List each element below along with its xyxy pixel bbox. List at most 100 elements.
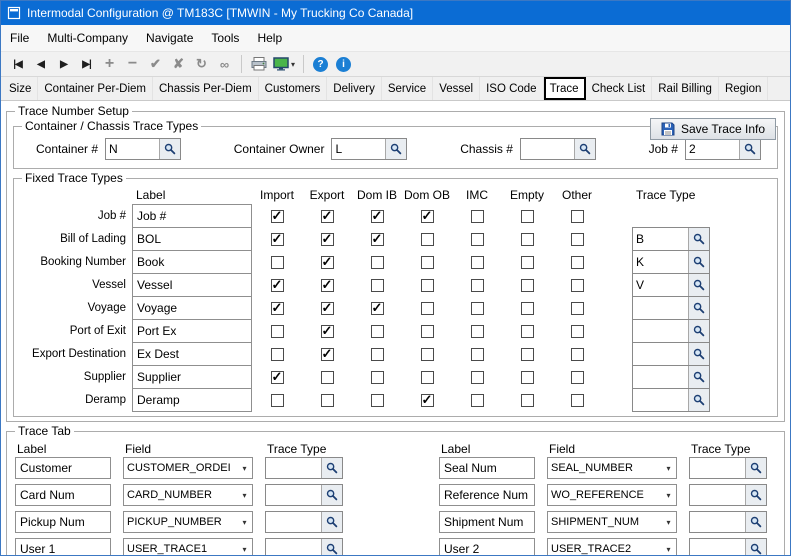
dom-ib-checkbox[interactable] — [371, 325, 384, 338]
empty-checkbox[interactable] — [521, 371, 534, 384]
trace-type-input[interactable] — [633, 389, 688, 411]
field-dropdown[interactable]: USER_TRACE2 ▾ — [547, 538, 677, 556]
label-input[interactable] — [15, 484, 111, 506]
imc-checkbox[interactable] — [471, 302, 484, 315]
export-checkbox[interactable] — [321, 279, 334, 292]
empty-checkbox[interactable] — [521, 279, 534, 292]
trace-type-input[interactable] — [633, 343, 688, 365]
lookup-button[interactable] — [688, 366, 709, 388]
trace-type-input[interactable] — [266, 512, 321, 532]
tab[interactable]: Check List — [586, 77, 653, 100]
imc-checkbox[interactable] — [471, 210, 484, 223]
other-checkbox[interactable] — [571, 348, 584, 361]
imc-checkbox[interactable] — [471, 325, 484, 338]
menu-item[interactable]: Tools — [202, 25, 248, 51]
lookup-button[interactable] — [688, 274, 709, 296]
trace-type-input[interactable] — [690, 458, 745, 478]
menu-item[interactable]: Help — [248, 25, 291, 51]
lookup-button[interactable] — [321, 485, 342, 505]
trace-type-input[interactable] — [633, 228, 688, 250]
trace-type-input[interactable] — [266, 539, 321, 556]
lookup-button[interactable] — [321, 458, 342, 478]
lookup-button[interactable] — [688, 320, 709, 342]
other-checkbox[interactable] — [571, 302, 584, 315]
empty-checkbox[interactable] — [521, 256, 534, 269]
trace-type-input[interactable] — [633, 366, 688, 388]
info-icon[interactable]: i — [333, 53, 354, 75]
import-checkbox[interactable] — [271, 210, 284, 223]
export-checkbox[interactable] — [321, 394, 334, 407]
export-checkbox[interactable] — [321, 371, 334, 384]
empty-checkbox[interactable] — [521, 210, 534, 223]
trace-type-input[interactable] — [633, 274, 688, 296]
label-input[interactable] — [15, 538, 111, 556]
imc-checkbox[interactable] — [471, 394, 484, 407]
import-checkbox[interactable] — [271, 348, 284, 361]
trace-type-input[interactable] — [690, 485, 745, 505]
label-input[interactable] — [132, 273, 252, 297]
empty-checkbox[interactable] — [521, 394, 534, 407]
tab[interactable]: Size — [3, 77, 38, 100]
field-dropdown[interactable]: WO_REFERENCE ▾ — [547, 484, 677, 506]
lookup-button[interactable] — [739, 139, 760, 159]
trace-type-input[interactable] — [690, 539, 745, 556]
imc-checkbox[interactable] — [471, 371, 484, 384]
other-checkbox[interactable] — [571, 325, 584, 338]
imc-checkbox[interactable] — [471, 256, 484, 269]
tab[interactable]: Delivery — [327, 77, 382, 100]
tab[interactable]: Vessel — [433, 77, 480, 100]
menu-item[interactable]: Multi-Company — [38, 25, 137, 51]
field-input[interactable] — [332, 139, 385, 159]
add-record-icon[interactable]: + — [99, 53, 120, 75]
imc-checkbox[interactable] — [471, 348, 484, 361]
dom-ib-checkbox[interactable] — [371, 256, 384, 269]
tab[interactable]: Customers — [259, 77, 328, 100]
field-dropdown[interactable]: PICKUP_NUMBER ▾ — [123, 511, 253, 533]
help-icon[interactable]: ? — [310, 53, 331, 75]
dom-ob-checkbox[interactable] — [421, 279, 434, 292]
trace-type-input[interactable] — [266, 458, 321, 478]
first-record-icon[interactable]: |◀ — [7, 53, 28, 75]
last-record-icon[interactable]: ▶| — [76, 53, 97, 75]
dom-ob-checkbox[interactable] — [421, 302, 434, 315]
dom-ob-checkbox[interactable] — [421, 233, 434, 246]
empty-checkbox[interactable] — [521, 233, 534, 246]
import-checkbox[interactable] — [271, 233, 284, 246]
delete-record-icon[interactable]: − — [122, 53, 143, 75]
tab[interactable]: Service — [382, 77, 433, 100]
field-dropdown[interactable]: SHIPMENT_NUM ▾ — [547, 511, 677, 533]
imc-checkbox[interactable] — [471, 279, 484, 292]
tab[interactable]: Region — [719, 77, 768, 100]
menu-item[interactable]: Navigate — [137, 25, 202, 51]
lookup-button[interactable] — [688, 228, 709, 250]
empty-checkbox[interactable] — [521, 348, 534, 361]
other-checkbox[interactable] — [571, 279, 584, 292]
dropdown-arrow-icon[interactable]: ▾ — [291, 60, 295, 69]
label-input[interactable] — [132, 342, 252, 366]
print-icon[interactable] — [248, 53, 269, 75]
dom-ib-checkbox[interactable] — [371, 394, 384, 407]
empty-checkbox[interactable] — [521, 302, 534, 315]
field-input[interactable] — [106, 139, 159, 159]
import-checkbox[interactable] — [271, 371, 284, 384]
tab[interactable]: Trace — [544, 77, 586, 100]
cancel-x-icon[interactable]: ✘ — [168, 53, 189, 75]
export-checkbox[interactable] — [321, 256, 334, 269]
label-input[interactable] — [15, 511, 111, 533]
other-checkbox[interactable] — [571, 233, 584, 246]
label-input[interactable] — [132, 204, 252, 228]
lookup-button[interactable] — [745, 485, 766, 505]
label-input[interactable] — [132, 250, 252, 274]
trace-type-input[interactable] — [633, 251, 688, 273]
next-record-icon[interactable]: ▶ — [53, 53, 74, 75]
tab[interactable]: Chassis Per-Diem — [153, 77, 259, 100]
import-checkbox[interactable] — [271, 279, 284, 292]
lookup-button[interactable] — [159, 139, 180, 159]
export-checkbox[interactable] — [321, 210, 334, 223]
lookup-button[interactable] — [385, 139, 406, 159]
dom-ob-checkbox[interactable] — [421, 256, 434, 269]
field-dropdown[interactable]: CUSTOMER_ORDEI ▾ — [123, 457, 253, 479]
label-input[interactable] — [132, 319, 252, 343]
trace-type-input[interactable] — [633, 320, 688, 342]
refresh-icon[interactable]: ↻ — [191, 53, 212, 75]
